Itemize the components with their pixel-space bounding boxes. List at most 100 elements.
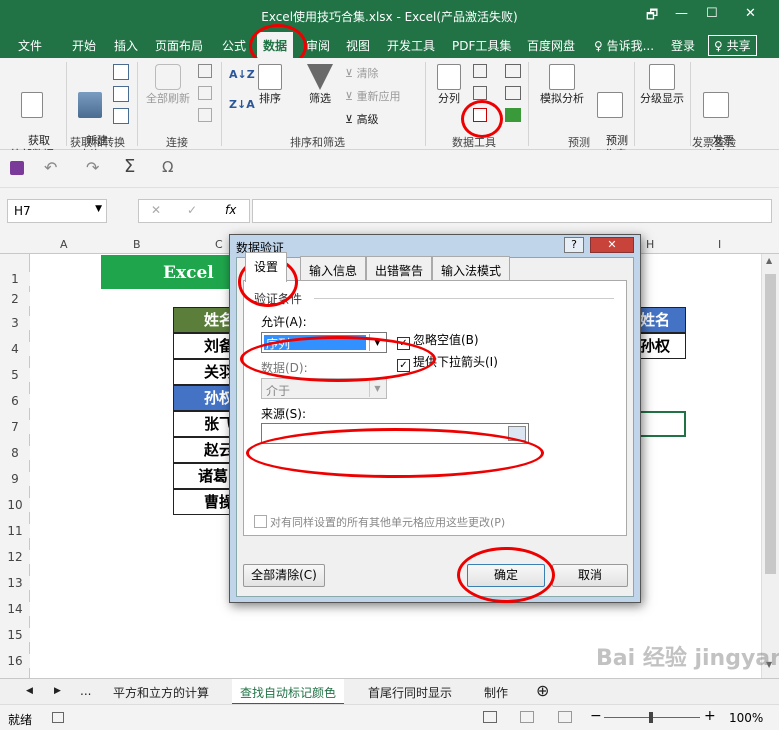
clock-icon[interactable] [113,108,129,124]
tab-home[interactable]: 开始 [72,37,96,54]
maximize-button[interactable]: ☐ [706,6,718,21]
scroll-thumb[interactable] [765,274,776,574]
what-if-button[interactable]: 模拟分析 [534,64,590,106]
column-header-b[interactable]: B [133,238,141,251]
next-sheet-icon[interactable]: ▶ [54,686,61,696]
close-button[interactable]: ✕ [745,6,756,21]
more-sheets[interactable]: ... [80,684,91,698]
remove-duplicates-icon[interactable] [473,86,487,100]
table-cell[interactable]: 张飞 [173,411,233,437]
normal-view-icon[interactable] [483,711,497,723]
tab-baidu-netdisk[interactable]: 百度网盘 [527,37,575,54]
sheet-tab-active[interactable]: 查找自动标记颜色 [232,679,345,705]
outline-button[interactable]: 分级显示 [636,64,688,106]
sheet-tab[interactable]: 首尾行同时显示 [368,684,452,701]
zoom-in-icon[interactable]: + [704,708,716,724]
redo-icon[interactable]: ↷ [86,158,99,177]
row-header[interactable]: 12 [0,550,30,564]
chevron-down-icon[interactable]: ▼ [369,380,385,397]
row-header[interactable]: 7 [0,420,30,434]
row-header[interactable]: 6 [0,394,30,408]
formula-input[interactable] [252,199,772,223]
omega-icon[interactable]: Ω [162,158,173,176]
grid-icon[interactable] [113,86,129,102]
save-icon[interactable] [10,161,24,175]
row-header[interactable]: 9 [0,472,30,486]
table-cell[interactable]: 赵云 [173,437,233,463]
scroll-up-icon[interactable]: ▲ [766,256,772,265]
chevron-down-icon[interactable]: ▼ [95,204,102,214]
sheet-tab[interactable]: 平方和立方的计算 [113,684,209,701]
tab-developer[interactable]: 开发工具 [387,37,435,54]
manage-data-model-icon[interactable] [505,108,521,122]
apply-all-checkbox[interactable]: 对有同样设置的所有其他单元格应用这些更改(P) [254,514,505,530]
row-header[interactable]: 11 [0,524,30,538]
reapply-button[interactable]: ⊻ 重新应用 [345,88,401,104]
sort-za-button[interactable]: Z↓A [229,98,255,111]
grid-icon[interactable] [113,64,129,80]
macro-record-icon[interactable] [52,712,64,723]
tab-error-alert[interactable]: 出错警告 [366,256,433,280]
clear-all-button[interactable]: 全部清除(C) [243,564,325,587]
name-box[interactable]: H7 ▼ [7,199,107,223]
row-header[interactable]: 16 [0,654,30,668]
zoom-slider-thumb[interactable] [649,712,653,723]
column-header-h[interactable]: H [646,238,654,251]
sheet-title-cell[interactable]: Excel [101,255,231,289]
dialog-close-button[interactable]: ✕ [590,237,634,253]
tab-page-layout[interactable]: 页面布局 [155,37,203,54]
tab-input-message[interactable]: 输入信息 [300,256,367,280]
table-cell[interactable]: 关羽 [173,359,233,385]
undo-icon[interactable]: ↶ [44,158,57,177]
row-header[interactable]: 4 [0,342,30,356]
autosum-icon[interactable]: Σ [124,156,135,177]
row-header[interactable]: 3 [0,316,30,330]
cancel-icon[interactable]: ✕ [151,203,161,217]
tell-me-search[interactable]: ♀ 告诉我... [594,37,654,54]
table-cell-highlighted[interactable]: 孙权 [173,385,233,411]
table-cell[interactable]: 曹操 [173,489,233,515]
row-header[interactable]: 8 [0,446,30,460]
relationships-icon[interactable] [505,86,521,100]
page-break-view-icon[interactable] [558,711,572,723]
tab-file[interactable]: 文件 [18,37,42,54]
prev-sheet-icon[interactable]: ◀ [26,686,33,696]
properties-icon[interactable] [198,86,212,100]
row-header[interactable]: 15 [0,628,30,642]
row-header[interactable]: 14 [0,602,30,616]
sort-button[interactable]: 排序 [254,64,286,106]
column-header-i[interactable]: I [718,238,721,251]
text-to-columns-button[interactable]: 分列 [432,64,466,106]
enter-icon[interactable]: ✓ [187,203,197,217]
tab-settings[interactable]: 设置 [245,252,288,282]
share-button[interactable]: ♀ 共享 [708,35,757,56]
row-header[interactable]: 5 [0,368,30,382]
connections-icon[interactable] [198,64,212,78]
sign-in-link[interactable]: 登录 [671,37,695,54]
zoom-out-icon[interactable]: − [590,708,602,724]
row-header[interactable]: 2 [0,292,30,306]
clear-button[interactable]: ⊻ 清除 [345,65,379,81]
add-sheet-icon[interactable]: ⊕ [536,681,549,700]
edit-links-icon[interactable] [198,108,212,122]
flash-fill-icon[interactable] [473,64,487,78]
cancel-button[interactable]: 取消 [552,564,628,587]
filter-button[interactable]: 筛选 [302,64,338,106]
tab-view[interactable]: 视图 [346,37,370,54]
table-cell[interactable]: 诸葛 [173,463,233,489]
tab-formulas[interactable]: 公式 [222,37,246,54]
minimize-button[interactable]: — [675,6,688,21]
table-header-cell[interactable]: 姓名 [173,307,233,333]
help-button[interactable]: ? [564,237,584,253]
column-header-a[interactable]: A [60,238,68,251]
sort-az-button[interactable]: A↓Z [229,68,255,81]
table-cell[interactable]: 刘备 [173,333,233,359]
restore-ribbon-icon[interactable]: 🗗 [646,6,658,28]
advanced-button[interactable]: ⊻ 高级 [345,111,379,127]
row-header[interactable]: 10 [0,498,30,512]
zoom-level[interactable]: 100% [729,711,763,725]
sheet-tab[interactable]: 制作 [484,684,508,701]
vertical-scrollbar[interactable]: ▲ ▼ [761,254,779,678]
consolidate-icon[interactable] [505,64,521,78]
row-header[interactable]: 13 [0,576,30,590]
